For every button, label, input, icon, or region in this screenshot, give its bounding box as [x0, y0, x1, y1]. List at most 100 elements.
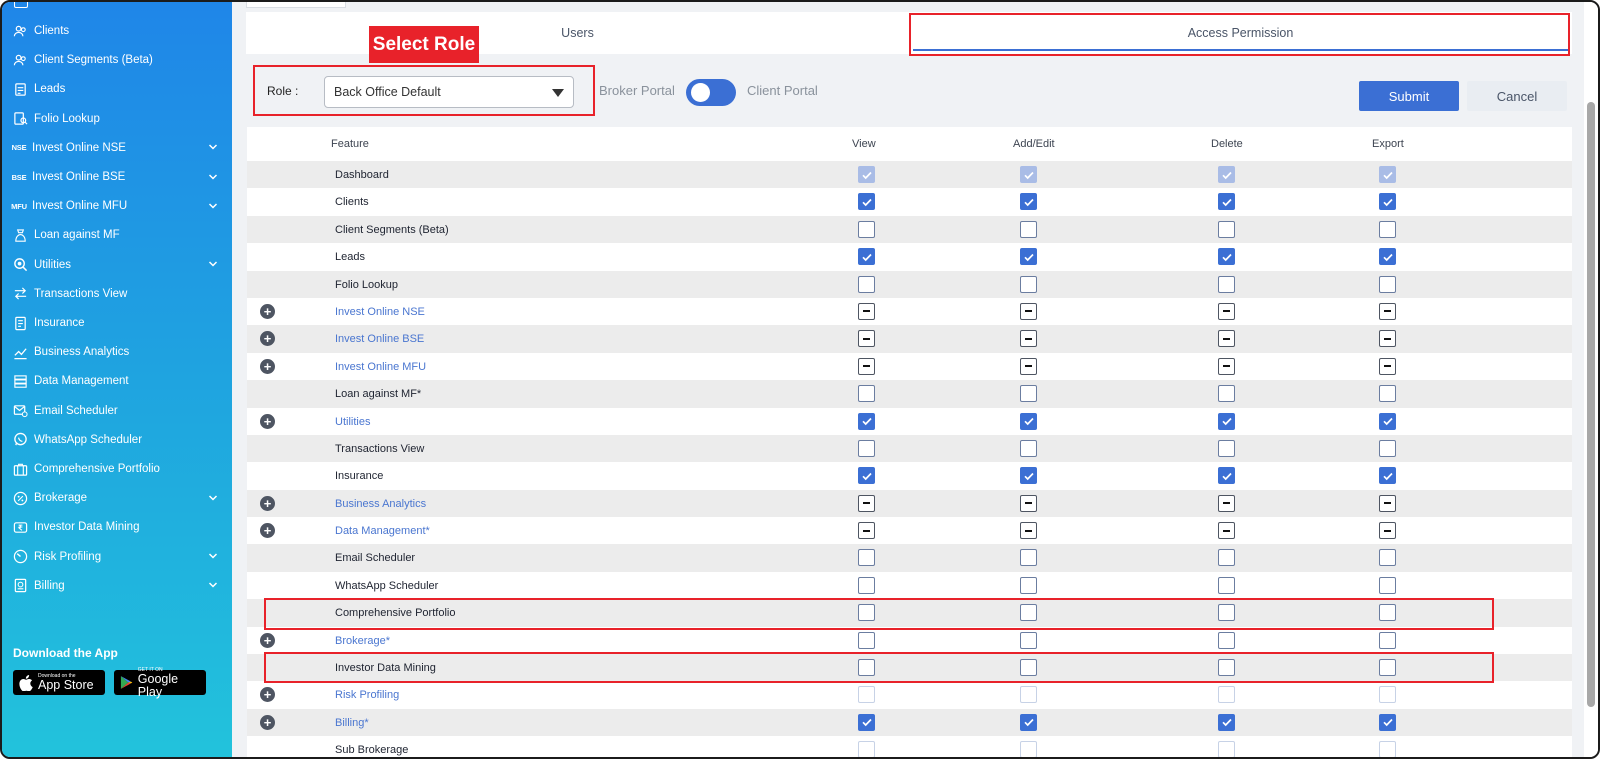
add-edit-checkbox[interactable]	[1020, 631, 1037, 649]
export-checkbox[interactable]	[1379, 631, 1396, 649]
feature-name[interactable]: Utilities	[335, 416, 370, 428]
sidebar-item-client-segments-beta[interactable]: Client Segments (Beta)	[2, 46, 232, 75]
view-checkbox[interactable]	[858, 467, 875, 485]
sidebar-item-invest-online-mfu[interactable]: MFU Invest Online MFU	[2, 192, 232, 221]
export-checkbox[interactable]	[1379, 686, 1396, 704]
expand-plus-icon[interactable]: +	[260, 523, 275, 539]
feature-name[interactable]: Billing*	[335, 717, 369, 729]
add-edit-checkbox[interactable]	[1020, 494, 1037, 512]
export-checkbox[interactable]	[1379, 412, 1396, 430]
delete-checkbox[interactable]	[1218, 275, 1235, 293]
export-checkbox[interactable]	[1379, 357, 1396, 375]
export-checkbox[interactable]	[1379, 220, 1396, 238]
export-checkbox[interactable]	[1379, 275, 1396, 293]
delete-checkbox[interactable]	[1218, 604, 1235, 622]
delete-checkbox[interactable]	[1218, 412, 1235, 430]
add-edit-checkbox[interactable]	[1020, 576, 1037, 594]
sidebar-item-utilities[interactable]: Utilities	[2, 250, 232, 279]
view-checkbox[interactable]	[858, 631, 875, 649]
export-checkbox[interactable]	[1379, 248, 1396, 266]
scrollbar[interactable]	[1584, 2, 1598, 757]
delete-checkbox[interactable]	[1218, 193, 1235, 211]
sidebar-item-whatsapp-scheduler[interactable]: WhatsApp Scheduler	[2, 425, 232, 454]
sidebar-item-comprehensive-portfolio[interactable]: Comprehensive Portfolio	[2, 455, 232, 484]
view-checkbox[interactable]	[858, 275, 875, 293]
export-checkbox[interactable]	[1379, 713, 1396, 731]
export-checkbox[interactable]	[1379, 302, 1396, 320]
delete-checkbox[interactable]	[1218, 357, 1235, 375]
view-checkbox[interactable]	[858, 549, 875, 567]
add-edit-checkbox[interactable]	[1020, 439, 1037, 457]
sidebar-item-loan-against-mf[interactable]: Loan against MF	[2, 221, 232, 250]
delete-checkbox[interactable]	[1218, 330, 1235, 348]
sidebar-item-investor-data-mining[interactable]: Investor Data Mining	[2, 513, 232, 542]
view-checkbox[interactable]	[858, 330, 875, 348]
delete-checkbox[interactable]	[1218, 522, 1235, 540]
delete-checkbox[interactable]	[1218, 631, 1235, 649]
expand-plus-icon[interactable]: +	[260, 413, 275, 429]
sidebar-item-email-scheduler[interactable]: Email Scheduler	[2, 396, 232, 425]
portal-toggle[interactable]	[686, 79, 736, 106]
export-checkbox[interactable]	[1379, 439, 1396, 457]
tab-users[interactable]: Users	[246, 12, 909, 54]
export-checkbox[interactable]	[1379, 522, 1396, 540]
delete-checkbox[interactable]	[1218, 659, 1235, 677]
add-edit-checkbox[interactable]	[1020, 330, 1037, 348]
expand-plus-icon[interactable]: +	[260, 303, 275, 319]
add-edit-checkbox[interactable]	[1020, 604, 1037, 622]
chevron-down-icon[interactable]	[208, 259, 218, 269]
add-edit-checkbox[interactable]	[1020, 741, 1037, 757]
view-checkbox[interactable]	[858, 494, 875, 512]
view-checkbox[interactable]	[858, 576, 875, 594]
sidebar-item-transactions-view[interactable]: Transactions View	[2, 279, 232, 308]
add-edit-checkbox[interactable]	[1020, 686, 1037, 704]
add-edit-checkbox[interactable]	[1020, 193, 1037, 211]
google-play-button[interactable]: GET IT ON Google Play	[114, 667, 206, 698]
delete-checkbox[interactable]	[1218, 686, 1235, 704]
delete-checkbox[interactable]	[1218, 385, 1235, 403]
sidebar-item-business-analytics[interactable]: Business Analytics	[2, 338, 232, 367]
export-checkbox[interactable]	[1379, 385, 1396, 403]
view-checkbox[interactable]	[858, 522, 875, 540]
delete-checkbox[interactable]	[1218, 439, 1235, 457]
tab-access-permission[interactable]: Access Permission	[909, 12, 1572, 54]
feature-name[interactable]: Invest Online BSE	[335, 333, 424, 345]
view-checkbox[interactable]	[858, 686, 875, 704]
chevron-down-icon[interactable]	[208, 551, 218, 561]
role-select[interactable]: Back Office Default	[324, 76, 574, 108]
delete-checkbox[interactable]	[1218, 713, 1235, 731]
export-checkbox[interactable]	[1379, 549, 1396, 567]
export-checkbox[interactable]	[1379, 659, 1396, 677]
scrollbar-thumb[interactable]	[1587, 102, 1595, 707]
sidebar-item-invest-online-bse[interactable]: BSE Invest Online BSE	[2, 163, 232, 192]
view-checkbox[interactable]	[858, 385, 875, 403]
view-checkbox[interactable]	[858, 439, 875, 457]
feature-name[interactable]: Invest Online MFU	[335, 361, 426, 373]
cancel-button[interactable]: Cancel	[1467, 81, 1567, 111]
chevron-down-icon[interactable]	[208, 201, 218, 211]
sidebar-item-leads[interactable]: Leads	[2, 75, 232, 104]
chevron-down-icon[interactable]	[208, 142, 218, 152]
view-checkbox[interactable]	[858, 248, 875, 266]
sidebar-item-data-management[interactable]: Data Management	[2, 367, 232, 396]
view-checkbox[interactable]	[858, 357, 875, 375]
expand-plus-icon[interactable]: +	[260, 358, 275, 374]
view-checkbox[interactable]	[858, 604, 875, 622]
delete-checkbox[interactable]	[1218, 467, 1235, 485]
sidebar-item-insurance[interactable]: Insurance	[2, 309, 232, 338]
delete-checkbox[interactable]	[1218, 741, 1235, 757]
feature-name[interactable]: Business Analytics	[335, 498, 426, 510]
view-checkbox[interactable]	[858, 220, 875, 238]
sidebar-item-clients[interactable]: Clients	[2, 17, 232, 46]
sidebar-item-folio-lookup[interactable]: Folio Lookup	[2, 104, 232, 133]
view-checkbox[interactable]	[858, 741, 875, 757]
view-checkbox[interactable]	[858, 193, 875, 211]
sidebar-item-invest-online-nse[interactable]: NSE Invest Online NSE	[2, 133, 232, 162]
add-edit-checkbox[interactable]	[1020, 220, 1037, 238]
sidebar-item-brokerage[interactable]: Brokerage	[2, 484, 232, 513]
export-checkbox[interactable]	[1379, 576, 1396, 594]
add-edit-checkbox[interactable]	[1020, 467, 1037, 485]
view-checkbox[interactable]	[858, 302, 875, 320]
view-checkbox[interactable]	[858, 412, 875, 430]
add-edit-checkbox[interactable]	[1020, 248, 1037, 266]
